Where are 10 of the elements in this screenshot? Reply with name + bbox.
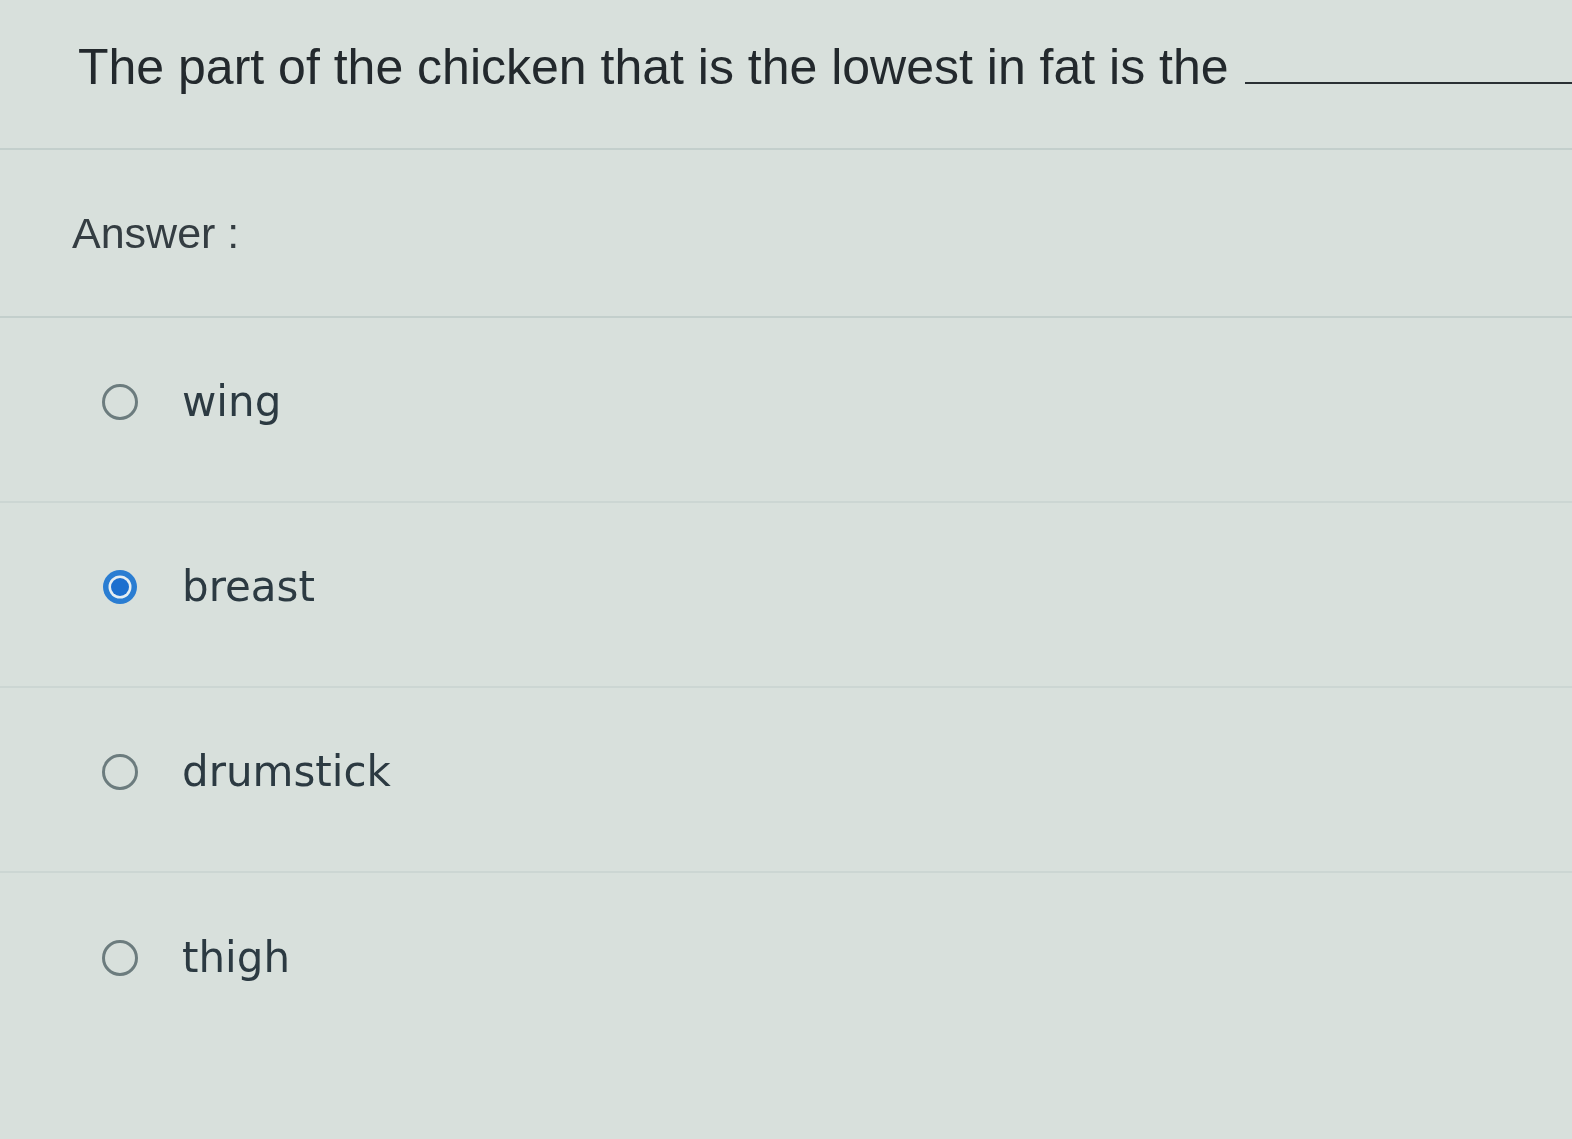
answer-label: Answer : bbox=[72, 208, 240, 258]
option-label: drumstick bbox=[182, 747, 391, 796]
question-text: The part of the chicken that is the lowest in fat is the bbox=[78, 38, 1229, 96]
radio-button[interactable] bbox=[102, 753, 138, 790]
radio-button[interactable] bbox=[102, 568, 138, 605]
option-label: thigh bbox=[182, 933, 291, 982]
radio-button[interactable] bbox=[102, 939, 138, 976]
radio-button[interactable] bbox=[102, 383, 138, 420]
option-label: wing bbox=[182, 377, 282, 426]
option-label: breast bbox=[182, 562, 315, 611]
